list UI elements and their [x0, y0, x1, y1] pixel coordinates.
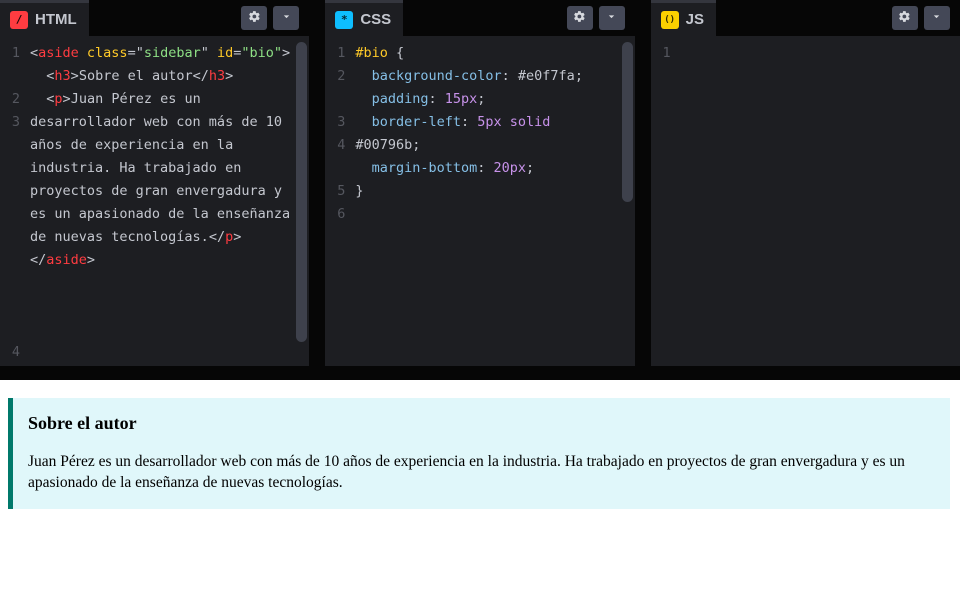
preview-pane: Sobre el autor Juan Pérez es un desarrol… [0, 380, 960, 594]
gear-icon [898, 10, 911, 26]
chevron-down-icon [605, 10, 618, 26]
html-tab[interactable]: / HTML [0, 0, 89, 36]
bio-heading: Sobre el autor [28, 413, 935, 434]
html-panel-header: / HTML [0, 0, 309, 36]
css-tab-label: CSS [360, 11, 391, 28]
css-editor[interactable]: 1 2 3 4 5 6 #bio { background-color: #e0… [325, 36, 634, 366]
css-settings-button[interactable] [567, 6, 593, 30]
css-scrollbar[interactable] [622, 42, 633, 202]
html-tab-label: HTML [35, 11, 77, 28]
html-settings-button[interactable] [241, 6, 267, 30]
css-tab[interactable]: * CSS [325, 0, 403, 36]
html-scrollbar[interactable] [296, 42, 307, 342]
js-panel-header: () JS [651, 0, 960, 36]
js-panel: () JS 1 [651, 0, 960, 366]
js-tab[interactable]: () JS [651, 0, 716, 36]
js-gutter: 1 [651, 42, 681, 366]
html-collapse-button[interactable] [273, 6, 299, 30]
gear-icon [248, 10, 261, 26]
html-editor[interactable]: 1 2 3 4 <aside class="sidebar" id="bio">… [0, 36, 309, 366]
chevron-down-icon [280, 10, 293, 26]
js-editor[interactable]: 1 [651, 36, 960, 366]
editor-row: / HTML 1 2 3 4 <aside class="sidebar" id… [0, 0, 960, 380]
html-icon: / [10, 11, 28, 29]
css-panel-header: * CSS [325, 0, 634, 36]
js-icon: () [661, 11, 679, 29]
html-code: <aside class="sidebar" id="bio"> <h3>Sob… [30, 42, 309, 366]
bio-aside: Sobre el autor Juan Pérez es un desarrol… [8, 398, 950, 509]
html-gutter: 1 2 3 4 [0, 42, 30, 366]
js-settings-button[interactable] [892, 6, 918, 30]
bio-paragraph: Juan Pérez es un desarrollador web con m… [28, 452, 935, 494]
js-tab-label: JS [686, 11, 704, 28]
css-gutter: 1 2 3 4 5 6 [325, 42, 355, 366]
js-collapse-button[interactable] [924, 6, 950, 30]
gear-icon [573, 10, 586, 26]
css-collapse-button[interactable] [599, 6, 625, 30]
js-code [681, 42, 960, 366]
chevron-down-icon [930, 10, 943, 26]
html-panel: / HTML 1 2 3 4 <aside class="sidebar" id… [0, 0, 309, 366]
css-panel: * CSS 1 2 3 4 5 6 #bio { backgroun [325, 0, 634, 366]
css-icon: * [335, 11, 353, 29]
css-code: #bio { background-color: #e0f7fa; paddin… [355, 42, 634, 366]
